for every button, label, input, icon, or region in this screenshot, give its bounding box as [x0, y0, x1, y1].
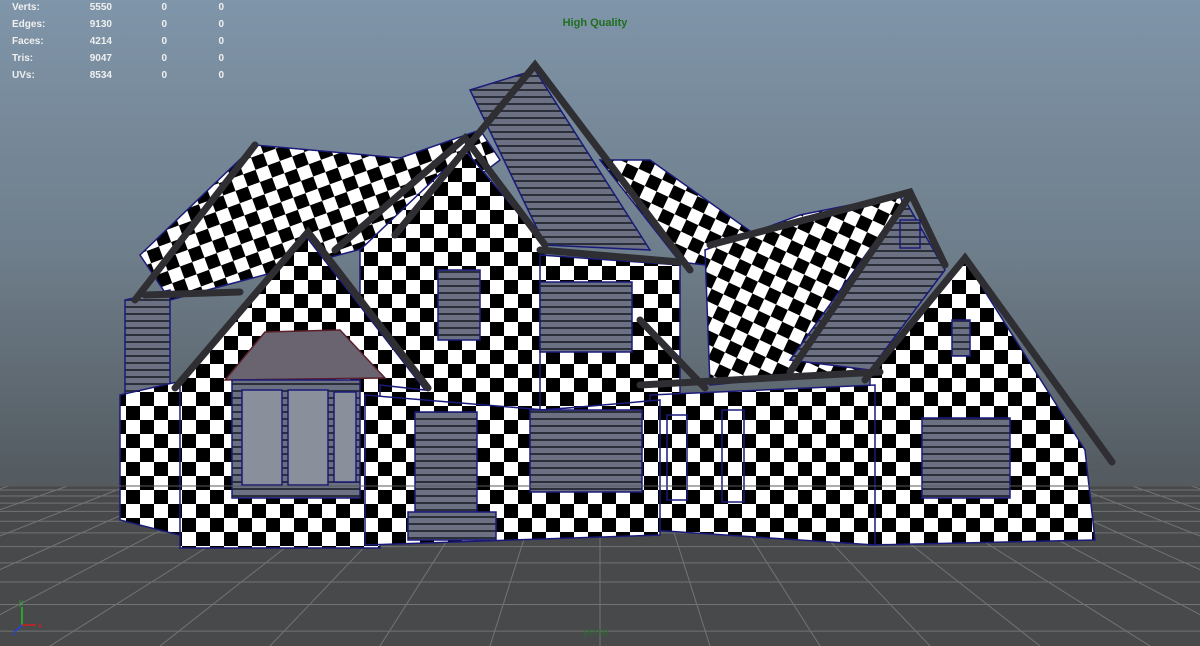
hud-value: 0 [218, 36, 224, 47]
hud-value: 4214 [89, 36, 112, 47]
hud-value: 0 [161, 19, 167, 30]
3d-viewport[interactable]: Verts: 5550 0 0 Edges: 9130 0 0 Faces: 4214 0 0 Tris… [0, 0, 1200, 646]
front-door [414, 411, 478, 513]
hud-value: 0 [161, 53, 167, 64]
hud-value: 9130 [89, 19, 112, 30]
camera-name-label: persp [583, 627, 609, 638]
render-mode-label: High Quality [562, 17, 628, 29]
hud-value: 9047 [89, 53, 112, 64]
hud-value: 0 [218, 70, 224, 81]
window-small-gable [951, 319, 971, 357]
axis-gizmo-icon: y x z [12, 598, 42, 635]
hud-value: 0 [218, 19, 224, 30]
hud-value: 8534 [89, 70, 112, 81]
window-upper-center [437, 269, 481, 341]
window-narrow-2 [721, 409, 745, 503]
front-step [407, 511, 497, 541]
axis-y-label: y [19, 598, 23, 607]
axis-z-label: z [12, 628, 16, 635]
window-upper-right [539, 281, 633, 353]
hud-value: 0 [161, 70, 167, 81]
window-narrow-1 [666, 414, 688, 501]
hud-value: 0 [218, 2, 224, 13]
left-wing-wall [124, 289, 171, 401]
scene-render[interactable] [0, 0, 1200, 646]
window-attic [899, 219, 921, 249]
hud-value: 5550 [89, 2, 112, 13]
hud-value: 0 [161, 36, 167, 47]
hud-value: 0 [218, 53, 224, 64]
window-lower-center [529, 409, 643, 493]
hud-value: 0 [161, 2, 167, 13]
axis-x-label: x [38, 621, 42, 630]
